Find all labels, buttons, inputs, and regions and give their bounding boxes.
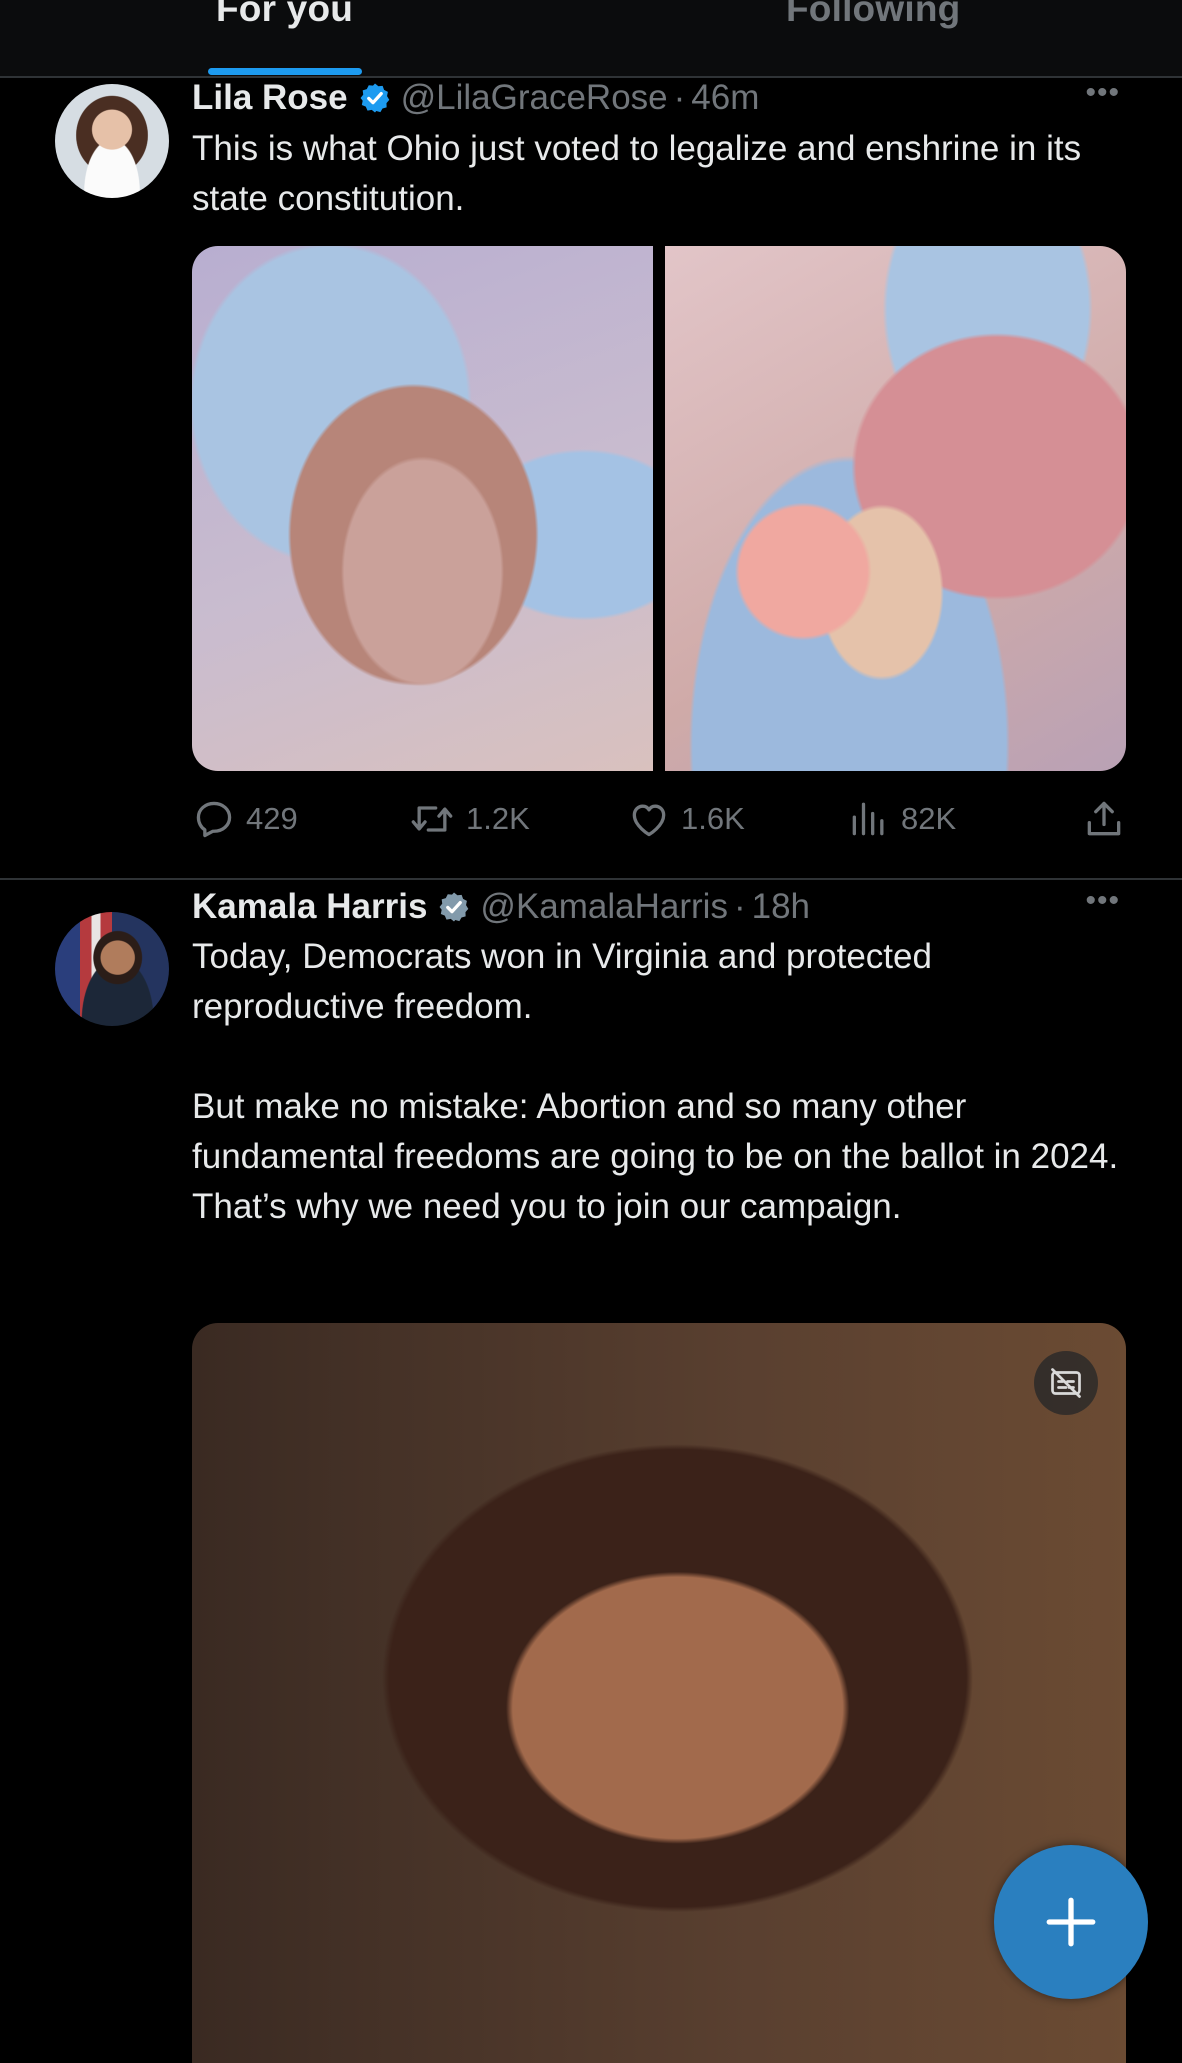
more-options-icon[interactable]: ••• bbox=[1085, 76, 1120, 110]
timeline-tab-bar: For you Following bbox=[0, 0, 1182, 78]
header-separator: · bbox=[733, 887, 746, 926]
captions-button[interactable] bbox=[1034, 1351, 1098, 1415]
tweet-timestamp[interactable]: 18h bbox=[752, 885, 810, 929]
share-icon bbox=[1087, 801, 1121, 836]
verified-badge-icon bbox=[437, 890, 471, 924]
author-name[interactable]: Kamala Harris bbox=[192, 885, 427, 929]
reply-icon bbox=[196, 801, 232, 838]
media-photo[interactable] bbox=[665, 246, 1126, 771]
tweet-video[interactable] bbox=[192, 1323, 1126, 2063]
heart-icon bbox=[632, 804, 666, 837]
tweet[interactable]: Lila Rose @LilaGraceRose · 46m ••• This … bbox=[0, 76, 1182, 880]
tweet-media-grid bbox=[192, 246, 1126, 771]
like-button[interactable]: 1.6K bbox=[627, 794, 745, 844]
tab-for-you[interactable]: For you bbox=[216, 0, 353, 30]
views-button[interactable]: 82K bbox=[847, 794, 956, 844]
views-chart-icon bbox=[852, 802, 884, 836]
reply-count: 429 bbox=[246, 801, 298, 836]
tweet-text: This is what Ohio just voted to legalize… bbox=[192, 129, 1082, 218]
author-name[interactable]: Lila Rose bbox=[192, 76, 348, 120]
share-button[interactable] bbox=[1082, 794, 1126, 844]
tweet-text: Today, Democrats won in Virginia and pro… bbox=[192, 937, 1119, 1226]
tweet[interactable]: Kamala Harris @KamalaHarris · 18h ••• To… bbox=[0, 880, 1182, 2063]
active-tab-indicator bbox=[208, 68, 362, 75]
avatar[interactable] bbox=[55, 912, 169, 1026]
reply-button[interactable]: 429 bbox=[192, 794, 298, 844]
header-separator: · bbox=[673, 78, 686, 117]
tab-following[interactable]: Following bbox=[786, 0, 960, 30]
repost-button[interactable]: 1.2K bbox=[408, 794, 530, 844]
tweet-timestamp[interactable]: 46m bbox=[691, 76, 759, 120]
avatar[interactable] bbox=[55, 84, 169, 198]
plus-icon bbox=[1046, 1897, 1096, 1947]
like-count: 1.6K bbox=[681, 801, 745, 836]
verified-badge-icon bbox=[358, 81, 392, 115]
author-handle[interactable]: @LilaGraceRose bbox=[401, 76, 668, 120]
tweet-action-bar: 429 1.2K 1.6K 82K bbox=[192, 794, 1126, 844]
media-photo[interactable] bbox=[192, 246, 653, 771]
tweet-header: Lila Rose @LilaGraceRose · 46m bbox=[192, 76, 759, 120]
more-options-icon[interactable]: ••• bbox=[1085, 884, 1120, 918]
captions-off-icon bbox=[1051, 1368, 1081, 1398]
author-handle[interactable]: @KamalaHarris bbox=[480, 885, 728, 929]
repost-count: 1.2K bbox=[466, 801, 530, 836]
view-count: 82K bbox=[901, 801, 957, 836]
compose-button[interactable] bbox=[994, 1845, 1148, 1999]
repost-icon bbox=[411, 806, 453, 832]
tweet-header: Kamala Harris @KamalaHarris · 18h bbox=[192, 885, 810, 929]
